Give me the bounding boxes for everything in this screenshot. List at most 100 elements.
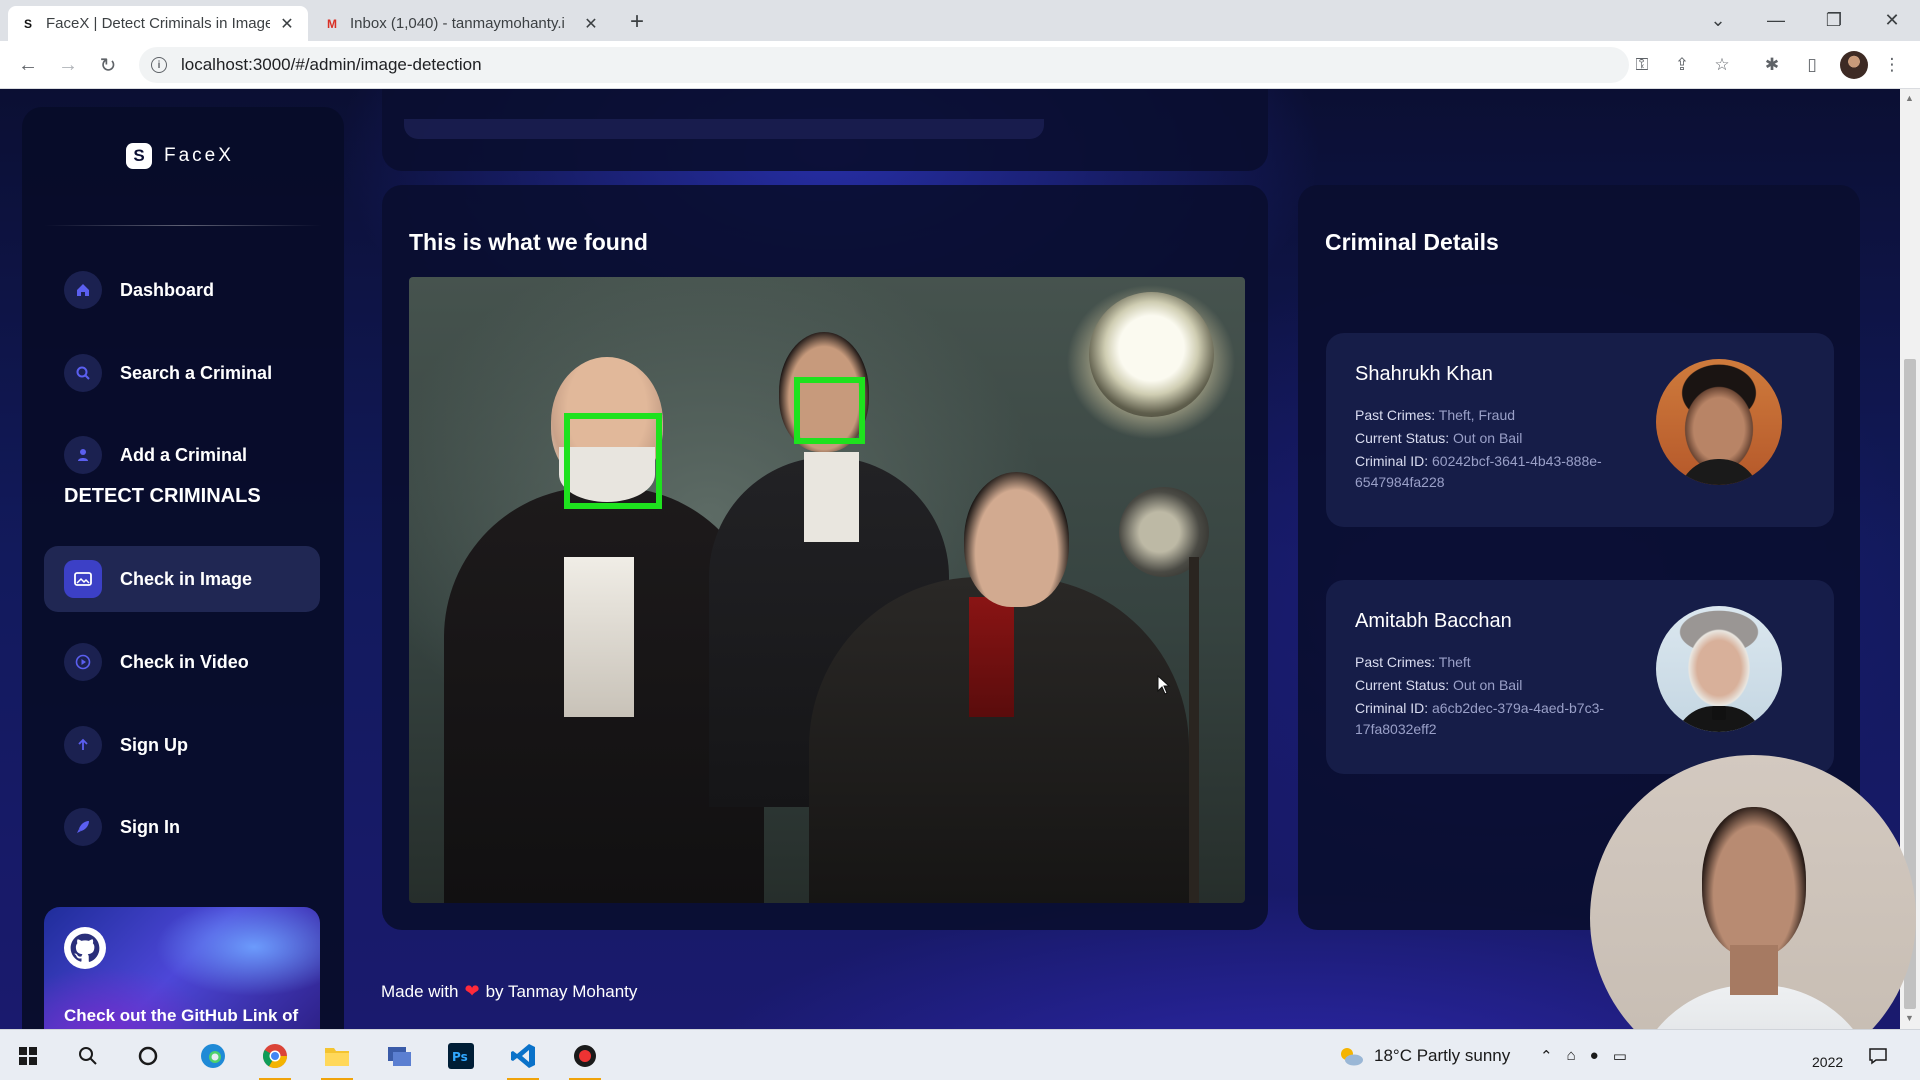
results-card: This is what we found — [382, 185, 1268, 930]
sidebar-item-label: Search a Criminal — [120, 362, 273, 383]
taskbar-search-icon[interactable] — [70, 1038, 106, 1074]
new-tab-button[interactable]: + — [623, 8, 651, 36]
person-left-shirt — [564, 557, 634, 717]
github-icon — [64, 927, 106, 969]
reload-button[interactable]: ↻ — [94, 51, 122, 79]
weather-text: 18°C Partly sunny — [1374, 1045, 1511, 1065]
footer-author: by Tanmay Mohanty — [485, 981, 638, 1001]
sidebar-item-add-criminal[interactable]: Add a Criminal — [44, 422, 320, 488]
results-title: This is what we found — [409, 229, 648, 255]
forward-button[interactable]: → — [54, 51, 82, 79]
criminal-name: Amitabh Bacchan — [1355, 610, 1512, 632]
browser-menu-icon[interactable]: ⋮ — [1880, 53, 1904, 77]
criminal-photo — [1656, 359, 1782, 485]
file-explorer-icon[interactable] — [319, 1038, 355, 1080]
brand-name: FaceX — [164, 145, 234, 166]
sidebar-item-sign-up[interactable]: Sign Up — [44, 712, 320, 778]
github-card-text: Check out the GitHub Link of the Project — [64, 1006, 299, 1025]
battery-icon[interactable]: ▭ — [1613, 1047, 1627, 1065]
page-footer: Made with ❤ by Tanmay Mohanty — [381, 981, 637, 1002]
criminal-entry[interactable]: Shahrukh Khan Past Crimes: Theft, Fraud … — [1326, 333, 1834, 527]
sidebar-item-check-image[interactable]: Check in Image — [44, 546, 320, 612]
sidebar-item-label: Check in Image — [120, 568, 253, 589]
site-info-icon[interactable]: i — [151, 57, 167, 73]
person-right-tie — [969, 597, 1014, 717]
detection-result-image — [409, 277, 1245, 903]
password-key-icon[interactable]: ⚿ — [1630, 53, 1654, 77]
back-button[interactable]: ← — [14, 51, 42, 79]
heart-icon: ❤ — [464, 981, 480, 1001]
criminal-id-line: Criminal ID: 60242bcf-3641-4b43-888e-654… — [1355, 451, 1651, 493]
sidebar-item-search[interactable]: Search a Criminal — [44, 340, 320, 406]
presenter-face — [1702, 807, 1806, 957]
status-value: Out on Bail — [1453, 677, 1523, 693]
windows-start-icon[interactable] — [10, 1038, 46, 1074]
browser-tab-title: FaceX | Detect Criminals in Image — [46, 15, 270, 32]
facex-logo-icon: S — [126, 143, 152, 169]
chrome-browser-icon[interactable] — [257, 1038, 293, 1080]
scroll-down-arrow-icon[interactable]: ▼ — [1905, 1013, 1914, 1023]
past-crimes-line: Past Crimes: Theft — [1355, 654, 1471, 670]
weather-widget[interactable]: 18°C Partly sunny — [1338, 1030, 1510, 1080]
browser-tab-facex[interactable]: S FaceX | Detect Criminals in Image ✕ — [8, 6, 308, 41]
sidebar-item-dashboard[interactable]: Dashboard — [44, 257, 320, 323]
past-crimes-value: Theft — [1438, 654, 1471, 670]
minimize-button[interactable]: — — [1752, 0, 1800, 41]
sidebar: S FaceX Dashboard Search a Criminal Add … — [22, 107, 344, 1029]
restore-button[interactable]: ❐ — [1810, 0, 1858, 41]
close-window-button[interactable]: ✕ — [1868, 0, 1916, 41]
browser-tab-title: Inbox (1,040) - tanmaymohanty.i — [350, 15, 565, 32]
sidebar-item-label: Dashboard — [120, 279, 215, 300]
tab-search-chevron-icon[interactable]: ⌄ — [1694, 0, 1742, 41]
play-icon — [64, 643, 102, 681]
gmail-favicon-icon: M — [327, 16, 337, 31]
cortana-icon[interactable] — [130, 1038, 166, 1074]
side-panel-icon[interactable]: ▯ — [1800, 53, 1824, 77]
vscode-icon[interactable] — [505, 1038, 541, 1080]
status-value: Out on Bail — [1453, 430, 1523, 446]
system-tray[interactable]: ⌃ ⌂ ● ▭ — [1540, 1030, 1627, 1080]
status-line: Current Status: Out on Bail — [1355, 430, 1522, 446]
microphone-icon[interactable]: ● — [1590, 1047, 1599, 1064]
rocket-icon — [64, 808, 102, 846]
search-icon — [64, 354, 102, 392]
extensions-puzzle-icon[interactable]: ✱ — [1760, 53, 1784, 77]
notification-center-icon[interactable] — [1868, 1030, 1888, 1080]
browser-tab-inbox[interactable]: M Inbox (1,040) - tanmaymohanty.i ✕ — [312, 6, 612, 41]
close-tab-icon[interactable]: ✕ — [582, 15, 600, 33]
desktop-app-icon[interactable] — [381, 1038, 417, 1074]
network-icon[interactable]: ⌂ — [1567, 1047, 1576, 1064]
sidebar-item-check-video[interactable]: Check in Video — [44, 629, 320, 695]
mouse-cursor-icon — [1157, 675, 1171, 695]
past-crimes-line: Past Crimes: Theft, Fraud — [1355, 407, 1515, 423]
criminal-id-label: Criminal ID: — [1355, 700, 1429, 716]
criminal-photo — [1656, 606, 1782, 732]
studio-lamp-image — [1089, 292, 1214, 417]
github-link-card[interactable]: Check out the GitHub Link of the Project — [44, 907, 320, 1029]
upload-card-remnant — [382, 89, 1268, 171]
home-icon — [64, 271, 102, 309]
recorder-app-icon[interactable] — [567, 1038, 603, 1080]
criminal-entry[interactable]: Amitabh Bacchan Past Crimes: Theft Curre… — [1326, 580, 1834, 774]
section-title-detect-criminals: DETECT CRIMINALS — [64, 485, 261, 507]
sidebar-item-label: Add a Criminal — [120, 444, 248, 465]
profile-avatar[interactable] — [1840, 51, 1868, 79]
scroll-up-arrow-icon[interactable]: ▲ — [1905, 93, 1914, 103]
bookmark-star-icon[interactable]: ☆ — [1710, 53, 1734, 77]
photoshop-icon[interactable]: Ps — [443, 1038, 479, 1074]
share-icon[interactable]: ⇪ — [1670, 53, 1694, 77]
brand[interactable]: S FaceX — [126, 143, 234, 169]
url-text[interactable]: localhost:3000/#/admin/image-detection — [181, 55, 482, 75]
sidebar-item-sign-in[interactable]: Sign In — [44, 794, 320, 860]
criminal-id-label: Criminal ID: — [1355, 453, 1429, 469]
clock-year[interactable]: 2022 — [1812, 1036, 1843, 1080]
sidebar-item-label: Sign In — [120, 816, 180, 837]
criminal-id-line: Criminal ID: a6cb2dec-379a-4aed-b7c3-17f… — [1355, 698, 1651, 740]
tray-chevron-up-icon[interactable]: ⌃ — [1540, 1047, 1553, 1065]
close-tab-icon[interactable]: ✕ — [278, 15, 296, 33]
face-detection-box-shahrukh — [794, 377, 865, 444]
edge-browser-icon[interactable] — [195, 1038, 231, 1074]
person-middle-shirt — [804, 452, 859, 542]
address-bar[interactable]: i localhost:3000/#/admin/image-detection — [139, 47, 1629, 83]
face-detection-box-amitabh — [564, 413, 662, 509]
